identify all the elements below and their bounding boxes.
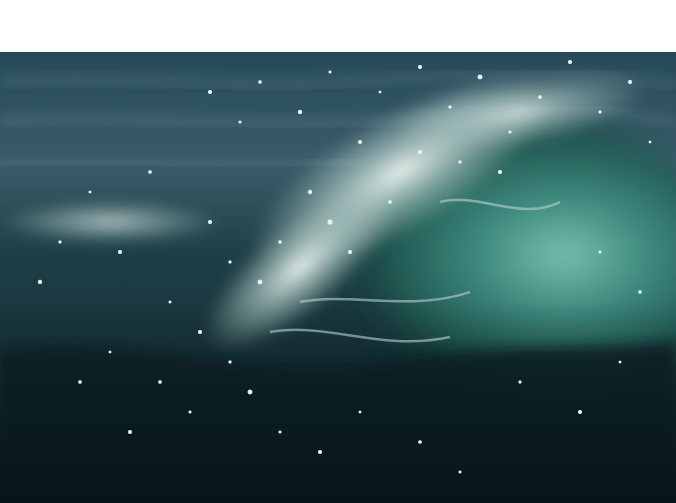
- wave-illustration: [0, 52, 676, 503]
- wave-photo: [0, 52, 676, 503]
- top-whitespace: [0, 0, 676, 52]
- page: [0, 0, 676, 503]
- dark-gradient: [0, 302, 676, 503]
